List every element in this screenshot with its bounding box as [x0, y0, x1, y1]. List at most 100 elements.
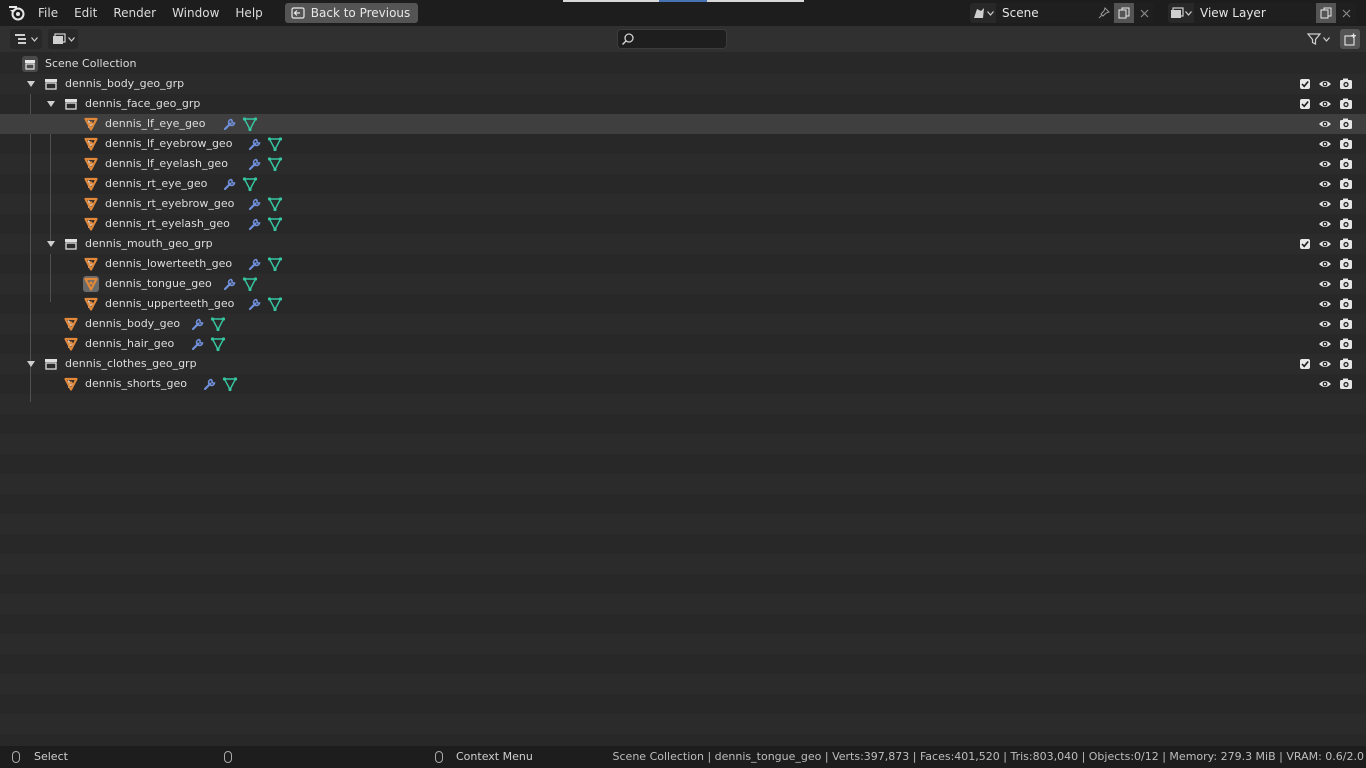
exclude-checkbox[interactable]: [1300, 79, 1310, 89]
eye-icon[interactable]: [1318, 257, 1332, 271]
camera-icon[interactable]: [1339, 337, 1353, 351]
wrench-icon[interactable]: [222, 176, 238, 192]
object-row[interactable]: dennis_lf_eye_geo: [0, 114, 1366, 134]
eye-icon[interactable]: [1318, 117, 1332, 131]
mesh-data-icon[interactable]: [267, 216, 283, 232]
mesh-data-icon[interactable]: [242, 116, 258, 132]
wrench-icon[interactable]: [247, 296, 263, 312]
workspace-tabs[interactable]: [563, 0, 804, 2]
object-row[interactable]: dennis_lf_eyebrow_geo: [0, 134, 1366, 154]
eye-icon[interactable]: [1318, 77, 1332, 91]
delete-scene-button[interactable]: [1134, 3, 1154, 23]
object-row[interactable]: dennis_rt_eyebrow_geo: [0, 194, 1366, 214]
mesh-data-icon[interactable]: [222, 376, 238, 392]
filter-dropdown[interactable]: [1302, 29, 1334, 49]
collapse-arrow-icon[interactable]: [47, 101, 55, 107]
eye-icon[interactable]: [1318, 97, 1332, 111]
eye-icon[interactable]: [1318, 377, 1332, 391]
wrench-icon[interactable]: [222, 116, 238, 132]
camera-icon[interactable]: [1339, 317, 1353, 331]
mesh-data-icon[interactable]: [267, 256, 283, 272]
scene-name-field[interactable]: Scene: [996, 3, 1094, 23]
camera-icon[interactable]: [1339, 137, 1353, 151]
wrench-icon[interactable]: [247, 216, 263, 232]
wrench-icon[interactable]: [190, 316, 206, 332]
new-collection-button[interactable]: [1340, 29, 1360, 49]
mesh-data-icon[interactable]: [267, 136, 283, 152]
mesh-data-icon[interactable]: [267, 196, 283, 212]
eye-icon[interactable]: [1318, 237, 1332, 251]
camera-icon[interactable]: [1339, 237, 1353, 251]
eye-icon[interactable]: [1318, 197, 1332, 211]
eye-icon[interactable]: [1318, 177, 1332, 191]
mesh-data-icon[interactable]: [242, 176, 258, 192]
mesh-data-icon[interactable]: [210, 316, 226, 332]
eye-icon[interactable]: [1318, 277, 1332, 291]
wrench-icon[interactable]: [247, 256, 263, 272]
new-view-layer-button[interactable]: [1316, 3, 1336, 23]
blender-logo-icon[interactable]: [8, 4, 26, 22]
camera-icon[interactable]: [1339, 217, 1353, 231]
eye-icon[interactable]: [1318, 297, 1332, 311]
collapse-arrow-icon[interactable]: [47, 241, 55, 247]
wrench-icon[interactable]: [190, 336, 206, 352]
mesh-data-icon[interactable]: [242, 276, 258, 292]
camera-icon[interactable]: [1339, 77, 1353, 91]
wrench-icon[interactable]: [247, 196, 263, 212]
collection-row[interactable]: dennis_body_geo_grp: [0, 74, 1366, 94]
view-layer-browse-dropdown[interactable]: [1168, 3, 1194, 23]
object-row[interactable]: dennis_body_geo: [0, 314, 1366, 334]
exclude-checkbox[interactable]: [1300, 359, 1310, 369]
collapse-arrow-icon[interactable]: [27, 361, 35, 367]
eye-icon[interactable]: [1318, 157, 1332, 171]
object-row[interactable]: dennis_rt_eye_geo: [0, 174, 1366, 194]
camera-icon[interactable]: [1339, 177, 1353, 191]
new-scene-button[interactable]: [1114, 3, 1134, 23]
wrench-icon[interactable]: [247, 136, 263, 152]
object-row[interactable]: dennis_tongue_geo: [0, 274, 1366, 294]
collection-row[interactable]: dennis_clothes_geo_grp: [0, 354, 1366, 374]
menu-help[interactable]: Help: [227, 2, 270, 24]
wrench-icon[interactable]: [247, 156, 263, 172]
collapse-arrow-icon[interactable]: [27, 81, 35, 87]
menu-window[interactable]: Window: [164, 2, 227, 24]
view-layer-name-field[interactable]: View Layer: [1194, 3, 1316, 23]
camera-icon[interactable]: [1339, 297, 1353, 311]
camera-icon[interactable]: [1339, 257, 1353, 271]
mesh-data-icon[interactable]: [267, 156, 283, 172]
object-row[interactable]: dennis_shorts_geo: [0, 374, 1366, 394]
camera-icon[interactable]: [1339, 377, 1353, 391]
camera-icon[interactable]: [1339, 357, 1353, 371]
camera-icon[interactable]: [1339, 97, 1353, 111]
mesh-data-icon[interactable]: [267, 296, 283, 312]
collection-row[interactable]: dennis_mouth_geo_grp: [0, 234, 1366, 254]
object-row[interactable]: dennis_upperteeth_geo: [0, 294, 1366, 314]
wrench-icon[interactable]: [222, 276, 238, 292]
collection-row[interactable]: dennis_face_geo_grp: [0, 94, 1366, 114]
camera-icon[interactable]: [1339, 157, 1353, 171]
camera-icon[interactable]: [1339, 197, 1353, 211]
exclude-checkbox[interactable]: [1300, 239, 1310, 249]
camera-icon[interactable]: [1339, 117, 1353, 131]
eye-icon[interactable]: [1318, 217, 1332, 231]
object-row[interactable]: dennis_lowerteeth_geo: [0, 254, 1366, 274]
pin-scene-button[interactable]: [1094, 3, 1114, 23]
back-to-previous-button[interactable]: Back to Previous: [284, 3, 419, 23]
active-workspace-tab[interactable]: [659, 0, 707, 2]
exclude-checkbox[interactable]: [1300, 99, 1310, 109]
eye-icon[interactable]: [1318, 137, 1332, 151]
mesh-data-icon[interactable]: [210, 336, 226, 352]
scene-collection-row[interactable]: Scene Collection: [0, 54, 1366, 74]
camera-icon[interactable]: [1339, 277, 1353, 291]
menu-edit[interactable]: Edit: [66, 2, 105, 24]
delete-view-layer-button[interactable]: [1336, 3, 1356, 23]
eye-icon[interactable]: [1318, 317, 1332, 331]
wrench-icon[interactable]: [202, 376, 218, 392]
object-row[interactable]: dennis_lf_eyelash_geo: [0, 154, 1366, 174]
display-mode-dropdown[interactable]: [48, 29, 78, 49]
scene-browse-dropdown[interactable]: [970, 3, 996, 23]
editor-type-dropdown[interactable]: [10, 29, 42, 49]
eye-icon[interactable]: [1318, 357, 1332, 371]
object-row[interactable]: dennis_hair_geo: [0, 334, 1366, 354]
menu-file[interactable]: File: [30, 2, 66, 24]
